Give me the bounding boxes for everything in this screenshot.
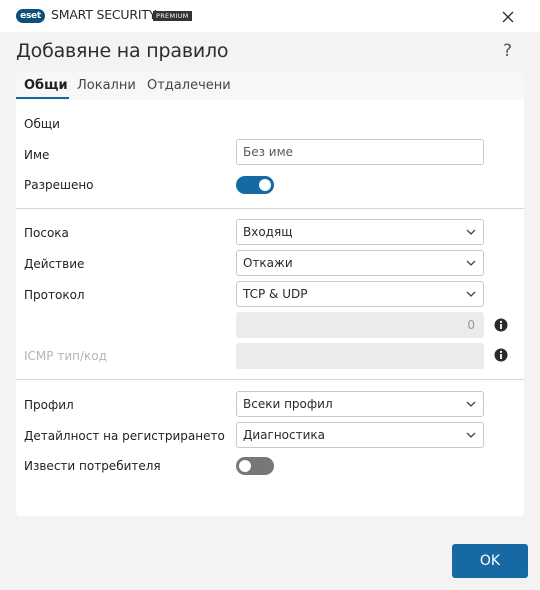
divider <box>16 208 524 209</box>
ok-button[interactable]: OK <box>452 544 528 578</box>
rule-form-card: Общи Локални Отдалечени Общи Име Без име… <box>16 72 524 516</box>
icmp-input <box>236 343 484 369</box>
chevron-down-icon <box>466 401 476 407</box>
logging-select[interactable]: Диагностика <box>236 422 484 448</box>
name-input[interactable]: Без име <box>236 139 484 165</box>
active-tab-indicator <box>16 97 69 99</box>
action-value: Откажи <box>243 256 293 270</box>
info-icon[interactable] <box>494 348 508 362</box>
enabled-toggle[interactable] <box>236 176 274 194</box>
chevron-down-icon <box>466 229 476 235</box>
product-name: SMART SECURITY <box>51 7 157 22</box>
tab-local[interactable]: Локални <box>77 78 136 93</box>
notify-toggle[interactable] <box>236 457 274 475</box>
toggle-knob <box>259 179 271 191</box>
section-title-general: Общи <box>24 117 60 131</box>
action-select[interactable]: Откажи <box>236 250 484 276</box>
page-title: Добавяне на правило <box>16 40 229 62</box>
profile-value: Всеки профил <box>243 397 333 411</box>
chevron-down-icon <box>466 432 476 438</box>
notify-label: Извести потребителя <box>24 459 161 473</box>
action-label: Действие <box>24 257 85 271</box>
chevron-down-icon <box>466 260 476 266</box>
direction-label: Посока <box>24 226 69 240</box>
profile-label: Профил <box>24 398 74 412</box>
profile-select[interactable]: Всеки профил <box>236 391 484 417</box>
tab-bar: Общи Локални Отдалечени <box>16 72 524 100</box>
close-icon[interactable] <box>498 7 518 27</box>
protocol-number-input: 0 <box>236 312 484 338</box>
protocol-label: Протокол <box>24 288 85 302</box>
icmp-label: ICMP тип/код <box>24 349 107 363</box>
enabled-label: Разрешено <box>24 178 94 192</box>
eset-logo: eset <box>16 9 45 23</box>
toggle-knob <box>239 460 251 472</box>
chevron-down-icon <box>466 291 476 297</box>
logging-label: Детайлност на регистрирането <box>24 429 225 443</box>
divider <box>16 379 524 380</box>
tab-general[interactable]: Общи <box>24 78 68 93</box>
direction-value: Входящ <box>243 225 293 239</box>
tab-remote[interactable]: Отдалечени <box>147 78 231 93</box>
name-label: Име <box>24 148 50 162</box>
protocol-select[interactable]: TCP & UDP <box>236 281 484 307</box>
protocol-value: TCP & UDP <box>243 287 308 301</box>
logging-value: Диагностика <box>243 428 326 442</box>
edition-badge: PREMIUM <box>153 11 192 21</box>
title-bar: eset SMART SECURITY PREMIUM <box>0 0 540 32</box>
help-icon[interactable]: ? <box>503 41 512 61</box>
info-icon[interactable] <box>494 318 508 332</box>
direction-select[interactable]: Входящ <box>236 219 484 245</box>
